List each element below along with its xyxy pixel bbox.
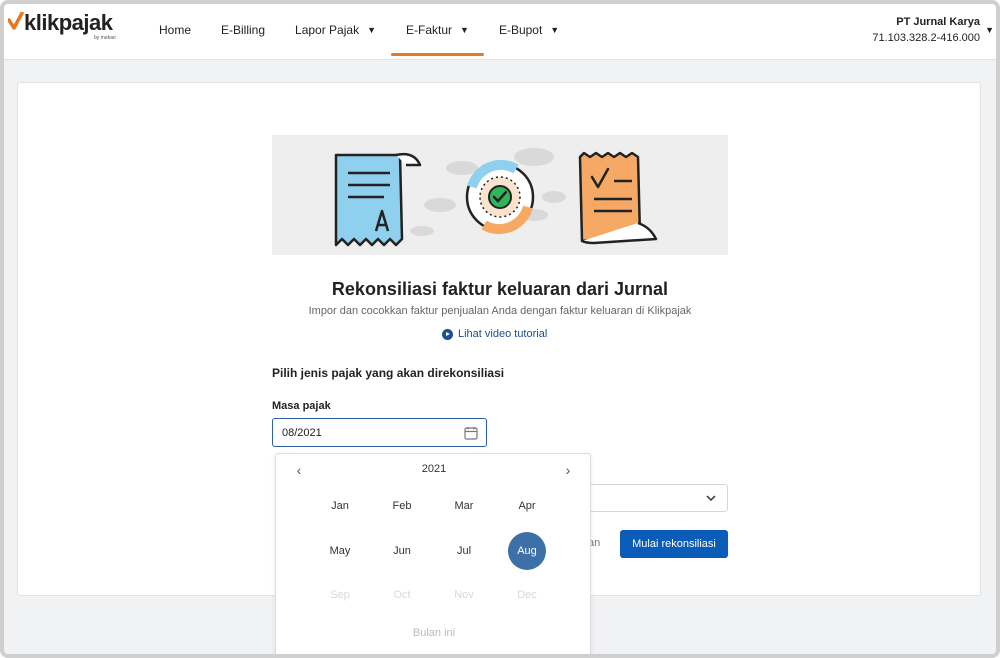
month-jul[interactable]: Jul <box>445 532 483 570</box>
top-navigation: klikpajak by mekari Home E-Billing Lapor… <box>4 4 996 60</box>
month-aug[interactable]: Aug <box>508 532 546 570</box>
start-reconciliation-button[interactable]: Mulai rekonsiliasi <box>620 530 728 558</box>
nav-e-billing[interactable]: E-Billing <box>206 4 280 56</box>
tax-type-select[interactable]: n <box>578 484 728 512</box>
company-caret-icon[interactable]: ▼ <box>985 25 994 35</box>
month-nov: Nov <box>454 589 474 601</box>
nav-e-faktur[interactable]: E-Faktur ▼ <box>391 4 484 56</box>
video-tutorial-link[interactable]: Lihat video tutorial <box>442 328 547 340</box>
nav-home-label: Home <box>159 23 192 37</box>
month-apr[interactable]: Apr <box>508 487 546 525</box>
illustration-graphic <box>334 148 658 247</box>
caret-down-icon: ▼ <box>460 25 469 35</box>
month-jan[interactable]: Jan <box>321 487 359 525</box>
month-jun[interactable]: Jun <box>383 532 421 570</box>
nav-e-faktur-label: E-Faktur <box>406 23 453 37</box>
month-sep: Sep <box>330 589 350 601</box>
page-subtitle: Impor dan cocokkan faktur penjualan Anda… <box>308 305 692 317</box>
check-logo-icon <box>8 12 24 30</box>
nav-lapor-pajak[interactable]: Lapor Pajak ▼ <box>280 4 391 56</box>
main-menu: Home E-Billing Lapor Pajak ▼ E-Faktur ▼ … <box>144 4 574 60</box>
nav-e-billing-label: E-Billing <box>221 23 266 37</box>
klikpajak-logo[interactable]: klikpajak by mekari <box>8 10 128 46</box>
caret-down-icon: ▼ <box>367 25 376 35</box>
company-switcher[interactable]: PT Jurnal Karya 71.103.328.2-416.000 <box>872 14 980 46</box>
chevron-right-icon[interactable]: › <box>560 462 576 478</box>
page-title: Rekonsiliasi faktur keluaran dari Jurnal <box>331 279 669 299</box>
reconciliation-illustration <box>272 135 728 255</box>
play-icon <box>442 328 453 340</box>
month-oct: Oct <box>393 589 411 601</box>
month-mar[interactable]: Mar <box>445 487 483 525</box>
nav-home[interactable]: Home <box>144 4 206 56</box>
this-month-button[interactable]: Bulan ini <box>276 627 592 639</box>
masa-pajak-input[interactable]: 08/2021 <box>272 418 487 447</box>
month-feb[interactable]: Feb <box>383 487 421 525</box>
app-frame: klikpajak by mekari Home E-Billing Lapor… <box>0 0 1000 658</box>
month-dec: Dec <box>517 589 537 601</box>
brand-tagline: by mekari <box>94 35 116 41</box>
nav-e-bupot[interactable]: E-Bupot ▼ <box>484 4 574 56</box>
section-title: Pilih jenis pajak yang akan direkonsilia… <box>272 366 505 380</box>
nav-lapor-pajak-label: Lapor Pajak <box>295 23 360 37</box>
month-may[interactable]: May <box>321 532 359 570</box>
caret-down-icon: ▼ <box>550 25 560 35</box>
company-name: PT Jurnal Karya <box>896 16 980 28</box>
brand-name: klikpajak <box>24 10 113 35</box>
nav-e-bupot-label: E-Bupot <box>498 23 543 37</box>
video-tutorial-label: Lihat video tutorial <box>458 328 548 340</box>
calendar-icon[interactable] <box>464 426 478 440</box>
picker-year: 2021 <box>421 463 447 475</box>
masa-pajak-value: 08/2021 <box>282 426 322 439</box>
company-npwp: 71.103.328.2-416.000 <box>872 32 980 44</box>
chevron-down-icon <box>706 495 716 502</box>
masa-pajak-label: Masa pajak <box>272 400 331 412</box>
month-picker: ‹ 2021 › Jan Feb Mar Apr May Jun Jul Aug… <box>275 453 592 654</box>
